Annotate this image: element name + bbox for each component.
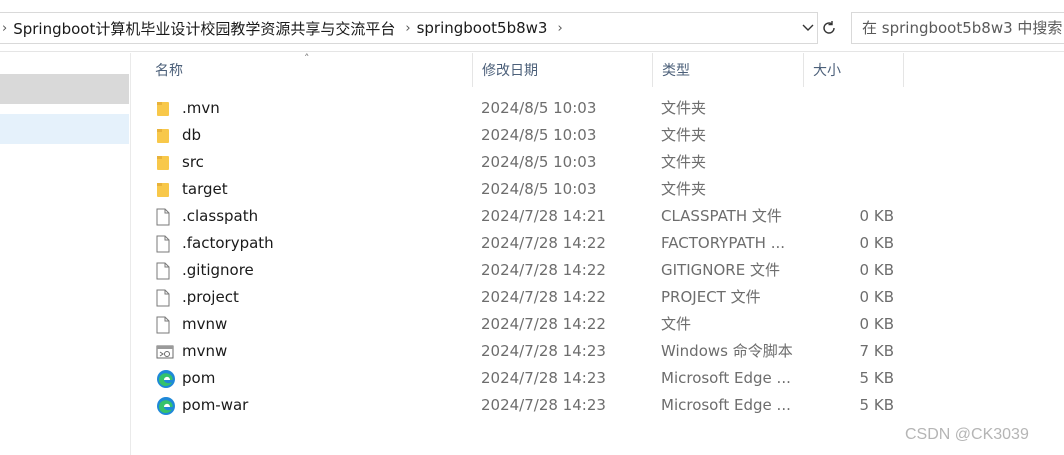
file-size [806,95,894,122]
chevron-right-icon[interactable]: › [0,21,13,36]
search-box[interactable] [851,12,1064,44]
file-date: 2024/8/5 10:03 [481,126,597,144]
file-type: PROJECT 文件 [661,288,761,306]
file-name: pom-war [182,396,249,414]
refresh-icon[interactable] [818,12,840,44]
file-row[interactable]: pom 2024/7/28 14:23 Microsoft Edge ... 5 KB [146,365,906,392]
file-date: 2024/7/28 14:22 [481,234,606,252]
file-name: pom [182,369,216,387]
file-date: 2024/7/28 14:23 [481,342,606,360]
file-icon [156,257,178,284]
file-size [806,176,894,203]
address-bar[interactable]: › Springboot计算机毕业设计校园教学资源共享与交流平台 › sprin… [0,12,818,44]
file-type: GITIGNORE 文件 [661,261,780,279]
file-row[interactable]: .gitignore 2024/7/28 14:22 GITIGNORE 文件 0 K… [146,257,906,284]
file-icon [156,284,178,311]
file-name: db [182,126,202,144]
file-row[interactable]: mvnw 2024/7/28 14:23 Windows 命令脚本 7 KB [146,338,906,365]
file-type: Microsoft Edge ... [661,369,791,387]
navigation-pane [0,53,131,455]
column-header-date[interactable]: 修改日期 [473,53,653,87]
file-icon [156,311,178,338]
file-size: 7 KB [859,342,894,360]
file-name: mvnw [182,342,228,360]
file-size: 0 KB [859,234,894,252]
file-name: src [182,153,204,171]
file-name: mvnw [182,315,228,333]
file-row[interactable]: .mvn 2024/8/5 10:03 文件夹 [146,95,906,122]
file-date: 2024/7/28 14:22 [481,288,606,306]
folder-icon [156,122,178,149]
file-type: FACTORYPATH ... [661,234,786,252]
breadcrumb-item[interactable]: Springboot计算机毕业设计校园教学资源共享与交流平台 [13,18,395,39]
file-name: .classpath [182,207,259,225]
file-size [806,149,894,176]
file-size: 5 KB [859,396,894,414]
file-name: target [182,180,228,198]
nav-item-selected[interactable] [0,114,129,144]
file-type: 文件夹 [661,153,707,171]
file-size: 0 KB [859,261,894,279]
file-row[interactable]: .classpath 2024/7/28 14:21 CLASSPATH 文件 0 K… [146,203,906,230]
file-date: 2024/7/28 14:22 [481,261,606,279]
column-header-size[interactable]: 大小 [804,53,904,87]
file-size: 0 KB [859,315,894,333]
breadcrumb-item[interactable]: springboot5b8w3 [417,19,548,37]
file-type: CLASSPATH 文件 [661,207,782,225]
file-name: .factorypath [182,234,274,252]
file-name: .project [182,288,239,306]
file-size: 5 KB [859,369,894,387]
watermark: CSDN @CK3039 [905,426,1029,443]
file-icon [156,230,178,257]
address-bar-row: › Springboot计算机毕业设计校园教学资源共享与交流平台 › sprin… [0,0,1064,52]
folder-icon [156,149,178,176]
file-row[interactable]: .project 2024/7/28 14:22 PROJECT 文件 0 KB [146,284,906,311]
file-name: .mvn [182,99,220,117]
file-row[interactable]: src 2024/8/5 10:03 文件夹 [146,149,906,176]
folder-icon [156,176,178,203]
search-input[interactable] [862,19,1064,37]
file-icon [156,203,178,230]
script-icon [156,338,178,365]
file-size: 0 KB [859,207,894,225]
file-type: Windows 命令脚本 [661,342,793,360]
column-header-type[interactable]: 类型 [653,53,804,87]
file-row[interactable]: target 2024/8/5 10:03 文件夹 [146,176,906,203]
file-row[interactable]: pom-war 2024/7/28 14:23 Microsoft Edge ...… [146,392,906,419]
file-name: .gitignore [182,261,254,279]
file-type: Microsoft Edge ... [661,396,791,414]
file-date: 2024/8/5 10:03 [481,99,597,117]
file-date: 2024/7/28 14:21 [481,207,606,225]
chevron-right-icon[interactable]: › [547,21,568,36]
file-size: 0 KB [859,288,894,306]
file-type: 文件夹 [661,99,707,117]
edge-icon [156,392,178,419]
file-date: 2024/7/28 14:23 [481,369,606,387]
column-header-name[interactable]: 名称 [146,53,473,87]
edge-icon [156,365,178,392]
file-row[interactable]: db 2024/8/5 10:03 文件夹 [146,122,906,149]
file-row[interactable]: .factorypath 2024/7/28 14:22 FACTORYPATH .… [146,230,906,257]
file-type: 文件夹 [661,180,707,198]
file-type: 文件 [661,315,692,333]
chevron-down-icon[interactable] [798,14,818,42]
file-date: 2024/8/5 10:03 [481,153,597,171]
file-type: 文件夹 [661,126,707,144]
file-date: 2024/7/28 14:23 [481,396,606,414]
folder-icon [156,95,178,122]
file-date: 2024/7/28 14:22 [481,315,606,333]
chevron-right-icon[interactable]: › [395,21,416,36]
nav-item[interactable] [0,74,129,104]
file-date: 2024/8/5 10:03 [481,180,597,198]
file-size [806,122,894,149]
file-row[interactable]: mvnw 2024/7/28 14:22 文件 0 KB [146,311,906,338]
